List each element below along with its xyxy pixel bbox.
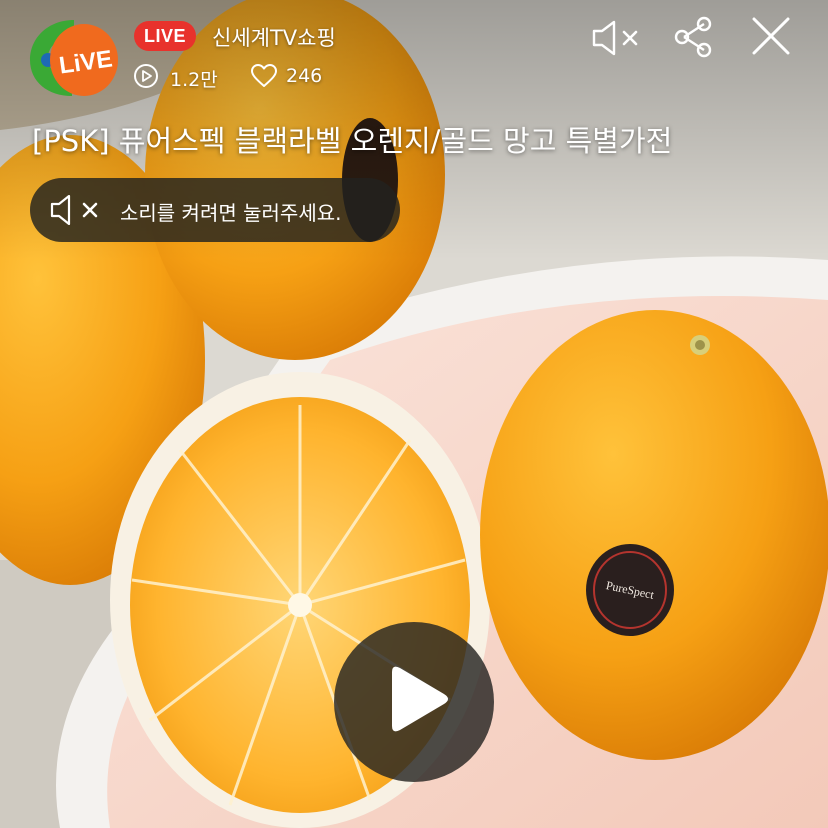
- close-icon[interactable]: [750, 15, 792, 57]
- speaker-muted-icon[interactable]: [590, 18, 648, 58]
- like-count: 246: [286, 65, 323, 87]
- channel-logo[interactable]: LiVE: [28, 16, 120, 100]
- live-video-player[interactable]: PureSpect LiVE LIVE 신세계TV쇼핑 1.2만 246 [PS…: [0, 0, 828, 828]
- unmute-prompt-button[interactable]: 소리를 켜려면 눌러주세요.: [30, 178, 400, 242]
- speaker-muted-icon: [50, 195, 98, 225]
- unmute-prompt-label: 소리를 켜려면 눌러주세요.: [120, 201, 342, 225]
- view-count: 1.2만: [170, 69, 218, 91]
- share-icon[interactable]: [672, 14, 716, 60]
- channel-name[interactable]: 신세계TV쇼핑: [212, 22, 336, 52]
- play-circle-icon: [134, 64, 158, 88]
- play-icon: [392, 666, 448, 732]
- play-button[interactable]: [334, 622, 494, 782]
- heart-outline-icon[interactable]: [250, 63, 278, 89]
- broadcast-title: [PSK] 퓨어스펙 블랙라벨 오렌지/골드 망고 특별가전: [32, 124, 673, 158]
- live-badge: LIVE: [134, 21, 196, 51]
